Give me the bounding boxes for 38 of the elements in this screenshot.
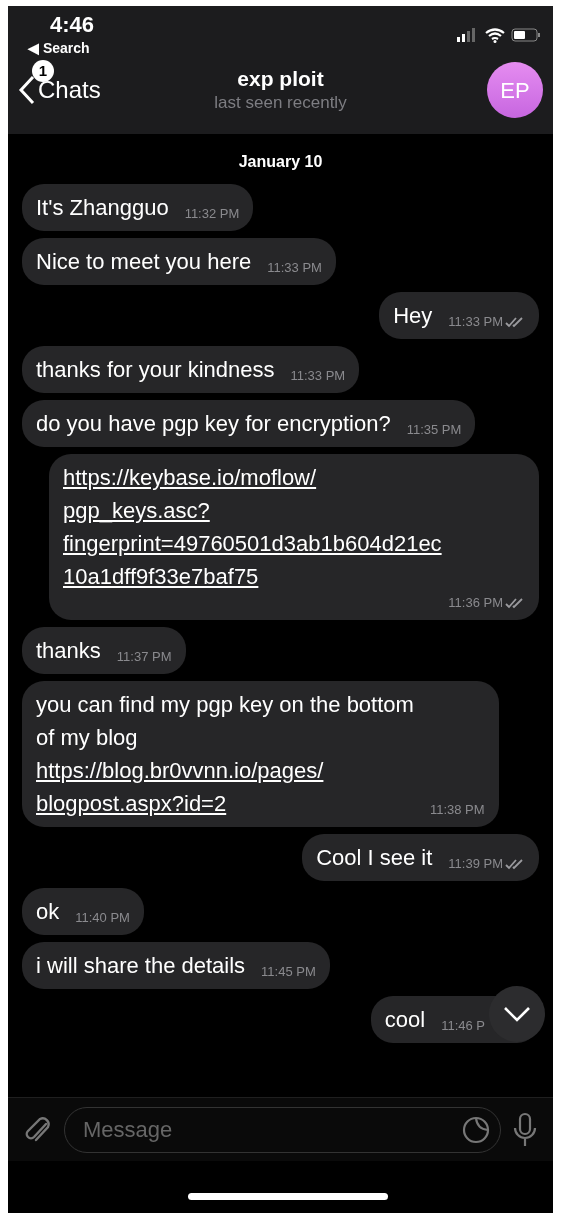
clock-time: 4:46: [49, 12, 95, 38]
message-time: 11:46 P: [441, 1017, 485, 1035]
chevron-down-icon: [503, 1006, 531, 1022]
message-text: thanks: [36, 637, 101, 665]
chat-title: exp ploit: [237, 66, 324, 92]
scroll-down-button[interactable]: [489, 986, 545, 1042]
message-time: 11:45 PM: [261, 963, 316, 981]
message-time: 11:33 PM: [267, 259, 322, 277]
message-text: i will share the details: [36, 952, 246, 980]
message-time: 11:33 PM: [448, 313, 503, 331]
message-time: 11:35 PM: [406, 421, 462, 439]
unread-badge: 1: [32, 60, 54, 82]
wifi-icon: [485, 27, 505, 43]
message-text: Nice to meet you here: [36, 248, 252, 276]
message-text: ok: [36, 898, 60, 926]
message-link[interactable]: https://blog.br0vvnn.io/pages/ blogpost.aspx?id=2: [36, 754, 414, 820]
date-separator: January 10: [238, 152, 323, 172]
message-time: 11:37 PM: [116, 648, 172, 666]
message-input[interactable]: Message: [64, 1106, 501, 1153]
microphone-icon[interactable]: [511, 1111, 539, 1148]
message-text: do you have pgp key for encryption?: [36, 410, 391, 438]
sticker-icon[interactable]: [461, 1114, 491, 1145]
message-time: 11:39 PM: [448, 855, 503, 873]
message-link[interactable]: https://keybase.io/moflow/ pgp_keys.asc? fingerprint=49760501d3ab1b604d21ec 10a1dff9f33e7baf75: [63, 461, 442, 593]
chevron-left-icon: [18, 74, 36, 106]
message-time: 11:36 PM: [448, 594, 503, 612]
message-text: thanks for your kindness: [36, 356, 275, 384]
message-time: 11:40 PM: [75, 909, 130, 927]
last-seen-status: last seen recently: [214, 92, 347, 114]
message-time: 11:38 PM: [429, 801, 485, 819]
message-text: Cool I see it: [316, 844, 433, 872]
message-text: cool: [384, 1006, 426, 1034]
message-text: It's Zhangguo: [36, 194, 169, 222]
battery-icon: [511, 28, 541, 42]
message-time: 11:32 PM: [184, 205, 240, 223]
message-time: 11:33 PM: [290, 367, 346, 385]
back-to-search-link[interactable]: ◀ Search: [28, 38, 95, 58]
message-text: Hey: [393, 302, 433, 330]
